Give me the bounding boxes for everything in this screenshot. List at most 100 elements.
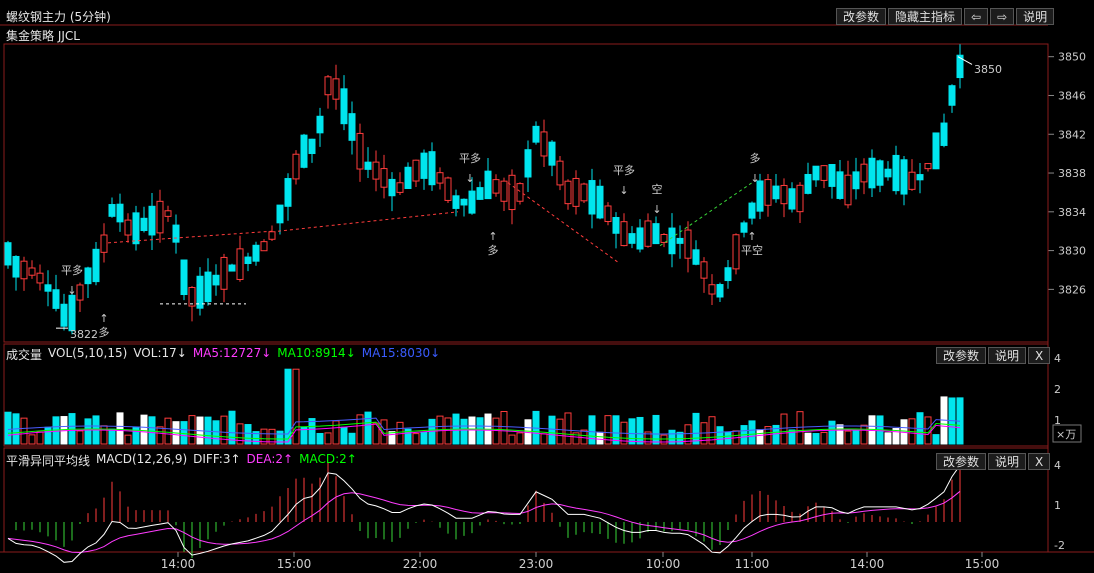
candle-body: [228, 264, 236, 272]
candle-body: [748, 202, 756, 219]
volume-change-params-button[interactable]: 改参数: [936, 347, 987, 364]
volume-bar: [516, 432, 524, 445]
volume-bar: [204, 416, 212, 445]
candle-body: [180, 259, 188, 296]
candle-body: [388, 178, 396, 197]
volume-bar: [636, 416, 644, 445]
candle-body: [556, 160, 564, 186]
volume-bar: [796, 411, 804, 445]
candle-body: [300, 134, 308, 168]
arrow-right-icon[interactable]: ⇨: [990, 8, 1015, 25]
candle-body: [484, 170, 492, 200]
hide-main-indicator-button[interactable]: 隐藏主指标: [888, 8, 963, 25]
time-axis-label: 14:00: [850, 557, 885, 571]
candle-body: [636, 227, 644, 250]
candle-body: [492, 179, 500, 194]
candle-body: [108, 204, 116, 217]
trade-signal-label: 平空: [741, 243, 763, 257]
volume-bar: [828, 420, 836, 445]
candle-body: [564, 180, 572, 205]
candle-body: [796, 184, 804, 213]
candle-body: [780, 184, 788, 205]
candle-body: [196, 275, 204, 309]
candle-body: [476, 187, 484, 200]
macd-change-params-button[interactable]: 改参数: [936, 453, 987, 470]
trade-signal-label: 空: [652, 182, 663, 196]
signal-arrow-up-icon: ↑: [747, 230, 756, 243]
candle-body: [340, 88, 348, 125]
arrow-left-icon[interactable]: ⇦: [964, 8, 989, 25]
candle-body: [548, 141, 556, 166]
candle-body: [692, 249, 700, 265]
candle-body: [628, 233, 636, 244]
candle-body: [500, 180, 508, 202]
candle-body: [652, 223, 660, 245]
macd-axis-label: -2: [1054, 539, 1065, 552]
candle-body: [412, 159, 420, 182]
candle-body: [36, 272, 44, 284]
trend-line: [277, 211, 459, 232]
macd-axis-label: 1: [1054, 499, 1061, 512]
volume-bar: [652, 414, 660, 445]
help-button[interactable]: 说明: [1016, 8, 1055, 25]
candle-body: [452, 195, 460, 209]
macd-close-button[interactable]: X: [1028, 453, 1051, 470]
candle-body: [396, 182, 404, 193]
candle-body: [28, 267, 36, 276]
volume-bar: [164, 417, 172, 445]
volume-bar: [612, 415, 620, 445]
volume-bar: [108, 428, 116, 445]
volume-bar: [508, 434, 516, 445]
volume-bar: [460, 418, 468, 445]
volume-bar: [756, 429, 764, 445]
macd-axis-label: 4: [1054, 459, 1061, 472]
candle-body: [916, 174, 924, 181]
volume-ma10: MA10:8914↓: [277, 346, 356, 360]
candle-body: [308, 138, 316, 155]
signal-arrow-down-icon: ↓: [750, 172, 759, 185]
volume-bar: [540, 433, 548, 445]
candle-body: [828, 164, 836, 187]
candle-body: [732, 234, 740, 270]
change-params-button[interactable]: 改参数: [836, 8, 887, 25]
volume-bar: [28, 434, 36, 445]
volume-bar: [836, 424, 844, 445]
candle-body: [596, 185, 604, 219]
volume-bar: [284, 368, 292, 445]
volume-ma15: MA15:8030↓: [361, 346, 441, 360]
price-axis-label: 3846: [1058, 89, 1086, 102]
signal-arrow-up-icon: ↑: [99, 312, 108, 325]
volume-help-button[interactable]: 说明: [988, 347, 1027, 364]
time-axis-label: 11:00: [735, 557, 770, 571]
candle-body: [188, 287, 196, 307]
candle-body: [908, 171, 916, 190]
candle-body: [164, 210, 172, 217]
candle-body: [460, 198, 468, 206]
volume-bar: [748, 420, 756, 445]
volume-bar: [588, 415, 596, 445]
candle-body: [76, 284, 84, 301]
candle-body: [588, 180, 596, 215]
candle-body: [372, 161, 380, 180]
volume-bar: [20, 417, 28, 445]
trade-signal-label: 平多: [459, 151, 481, 165]
candle-body: [724, 267, 732, 282]
candle-body: [380, 168, 388, 188]
price-axis-label: 3834: [1058, 206, 1086, 219]
signal-arrow-down-icon: ↓: [619, 184, 628, 197]
candle-body: [716, 284, 724, 298]
volume-bar: [116, 412, 124, 445]
candle-body: [572, 177, 580, 207]
candle-body: [364, 161, 372, 170]
volume-close-button[interactable]: X: [1028, 347, 1051, 364]
candle-body: [788, 188, 796, 210]
candle-body: [156, 200, 164, 234]
trade-signal-label: 多: [750, 151, 761, 165]
time-axis-label: 23:00: [519, 557, 554, 571]
candle-body: [84, 267, 92, 285]
candle-body: [68, 294, 76, 332]
macd-help-button[interactable]: 说明: [988, 453, 1027, 470]
volume-bar: [324, 432, 332, 445]
volume-bar: [180, 421, 188, 445]
macd-dea-line: [7, 490, 961, 554]
